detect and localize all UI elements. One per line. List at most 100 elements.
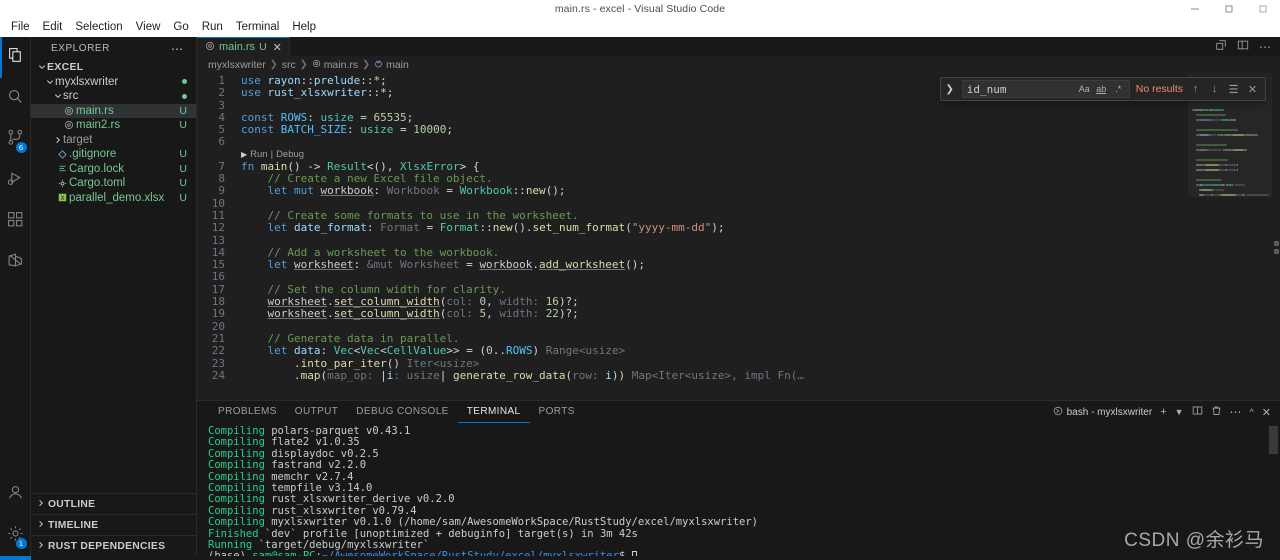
tree-item-main-rs[interactable]: main.rs U (31, 103, 196, 118)
sidebar-section-timeline[interactable]: TIMELINE (31, 514, 196, 535)
match-case-icon[interactable]: Aa (1078, 84, 1091, 94)
use-regex-icon[interactable]: .* (1112, 84, 1125, 94)
chevron-down-icon[interactable]: ▼ (1175, 407, 1184, 417)
rust-icon (312, 59, 321, 71)
editor-scrollbar[interactable] (1272, 73, 1280, 400)
menu-go[interactable]: Go (167, 19, 194, 36)
activity-item-source-control[interactable]: 6 (0, 119, 31, 160)
remote-icon (7, 252, 24, 274)
close-panel-icon[interactable]: ✕ (1262, 406, 1271, 419)
terminal-token: Compiling (208, 436, 272, 449)
kill-terminal-icon[interactable] (1211, 405, 1222, 419)
remote-indicator[interactable] (0, 556, 31, 560)
activity-item-search[interactable] (0, 78, 31, 119)
tree-item-gitignore[interactable]: .gitignore U (31, 147, 196, 162)
minimap-line-segment (1202, 119, 1210, 121)
minimap-line-segment (1200, 189, 1212, 191)
panel-tab-ports[interactable]: PORTS (530, 401, 584, 423)
tree-item-target[interactable]: target (31, 133, 196, 148)
more-actions-icon[interactable]: ⋯ (1259, 41, 1271, 53)
code-content[interactable]: 1 use rayon::prelude::*; 2 use rust_xlsxwri… (197, 73, 1188, 382)
tree-item-label: myxlsxwriter (55, 75, 119, 88)
chevron-right-icon[interactable]: ❯ (944, 84, 956, 95)
menu-terminal[interactable]: Terminal (230, 19, 285, 36)
tree-item-badge: U (179, 104, 187, 117)
activity-item-run-debug[interactable] (0, 160, 31, 201)
breadcrumb-item-src[interactable]: src (282, 59, 296, 71)
code-token: &mut Worksheet (366, 258, 460, 272)
code-token: // Set the column width for clarity. (241, 282, 506, 296)
tree-root-excel[interactable]: EXCEL (31, 60, 196, 75)
code-token: Map<Iter<usize>, impl Fn(… (625, 368, 804, 382)
breadcrumb-item-main-rs[interactable]: main.rs (324, 59, 358, 71)
activity-item-settings[interactable]: 1 (0, 515, 31, 556)
minimap[interactable] (1188, 73, 1280, 400)
find-widget[interactable]: ❯ id_num Aa ab .* No results ↑ ↓ ☰ ✕ (939, 77, 1266, 101)
split-terminal-icon[interactable] (1192, 405, 1203, 419)
activity-item-remote[interactable] (0, 242, 31, 283)
find-input[interactable]: id_num Aa ab .* (961, 80, 1130, 98)
tree-item-cargo-lock[interactable]: Cargo.lock U (31, 162, 196, 177)
close-find-icon[interactable]: ✕ (1246, 83, 1259, 96)
activity-item-accounts[interactable] (0, 474, 31, 515)
terminal-selector[interactable]: bash - myxlsxwriter (1053, 406, 1152, 419)
tree-item-parallel-demo-xlsx[interactable]: X parallel_demo.xlsx U (31, 191, 196, 206)
tree-item-badge: U (179, 162, 187, 175)
menu-selection[interactable]: Selection (69, 19, 128, 36)
menu-file[interactable]: File (5, 19, 36, 36)
minimap-line-segment (1227, 164, 1234, 166)
tree-item-src[interactable]: src (31, 89, 196, 104)
sidebar-section-outline[interactable]: OUTLINE (31, 493, 196, 514)
minimap-line-segment (1231, 134, 1245, 136)
editor-tab-main-rs[interactable]: main.rs U ✕ (197, 37, 290, 56)
maximize-button[interactable] (1212, 0, 1246, 18)
maximize-panel-icon[interactable]: ^ (1250, 407, 1254, 417)
menu-view[interactable]: View (130, 19, 167, 36)
layout-icon[interactable] (1237, 38, 1249, 56)
match-whole-word-icon[interactable]: ab (1095, 84, 1108, 94)
close-icon[interactable]: ✕ (273, 41, 282, 54)
sidebar-section-rust-dependencies[interactable]: RUST DEPENDENCIES (31, 535, 196, 556)
menu-run[interactable]: Run (196, 19, 229, 36)
minimize-button[interactable] (1178, 0, 1212, 18)
terminal-token: Compiling (208, 504, 272, 517)
file-tree: EXCEL myxlsxwriter src main.rs U main2.r… (31, 60, 196, 493)
minimap-line-segment (1256, 134, 1258, 136)
close-button[interactable] (1246, 0, 1280, 18)
menu-edit[interactable]: Edit (37, 19, 69, 36)
breadcrumb-item-myxlsxwriter[interactable]: myxlsxwriter (208, 59, 266, 71)
next-match-icon[interactable]: ↓ (1208, 83, 1221, 95)
tree-item-myxlsxwriter[interactable]: myxlsxwriter (31, 75, 196, 90)
code-token: <(), (366, 159, 400, 173)
menu-help[interactable]: Help (286, 19, 322, 36)
tree-item-badge: U (179, 148, 187, 161)
panel-tab-output[interactable]: OUTPUT (286, 401, 348, 423)
excel-icon: X (55, 193, 69, 202)
find-in-selection-icon[interactable]: ☰ (1227, 83, 1240, 96)
activity-item-explorer[interactable] (0, 37, 31, 78)
panel-tab-terminal[interactable]: TERMINAL (457, 401, 530, 423)
breadcrumb-item-main[interactable]: main (386, 59, 409, 71)
minimap-line-segment (1204, 169, 1220, 171)
rust-icon (62, 106, 76, 116)
new-terminal-icon[interactable]: + (1160, 406, 1166, 418)
code-token: . (327, 307, 334, 321)
code-token: mut (293, 184, 321, 198)
panel-tab-debug-console[interactable]: DEBUG CONSOLE (347, 401, 457, 423)
terminal-token: Compiling (208, 459, 272, 472)
run-debug-icon (7, 170, 24, 192)
terminal-scrollbar[interactable] (1269, 426, 1278, 454)
code-token: .. (492, 344, 506, 358)
tree-item-main2-rs[interactable]: main2.rs U (31, 118, 196, 133)
terminal-output[interactable]: Compiling polars-parquet v0.43.1 Compili… (197, 423, 1280, 556)
panel-more-icon[interactable]: ⋯ (1230, 406, 1242, 418)
split-editor-icon[interactable] (1215, 38, 1227, 56)
activity-item-extensions[interactable] (0, 201, 31, 242)
code-token: | (380, 368, 387, 382)
sidebar-more-icon[interactable]: ⋯ (171, 43, 184, 55)
previous-match-icon[interactable]: ↑ (1189, 83, 1202, 95)
tree-item-cargo-toml[interactable]: Cargo.toml U (31, 176, 196, 191)
status-bar[interactable] (0, 556, 1280, 560)
code-editor[interactable]: 1 use rayon::prelude::*; 2 use rust_xlsxwri… (197, 73, 1188, 400)
panel-tab-problems[interactable]: PROBLEMS (209, 401, 286, 423)
